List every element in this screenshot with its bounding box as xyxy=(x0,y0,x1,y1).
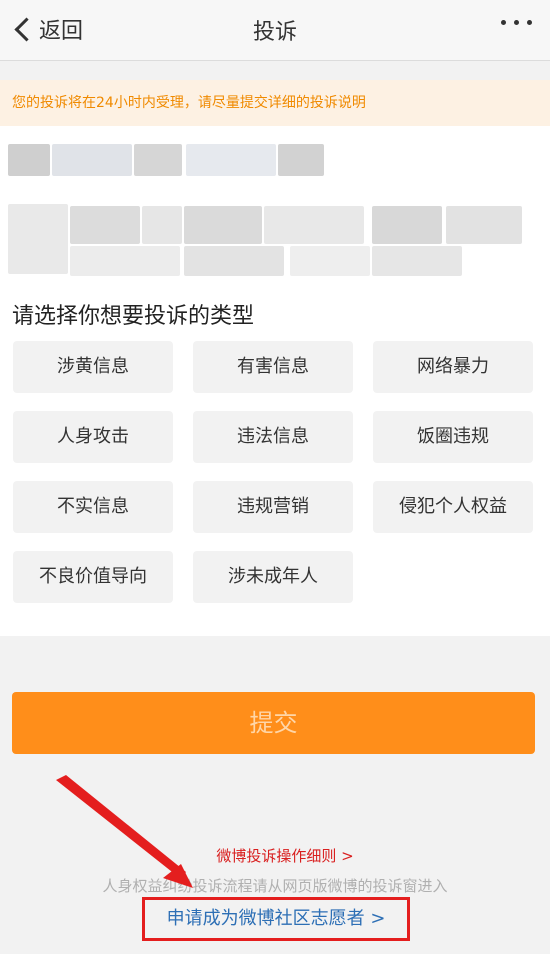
back-button[interactable]: 返回 xyxy=(12,14,83,44)
back-label: 返回 xyxy=(39,19,84,44)
section-title: 请选择你想要投诉的类型 xyxy=(12,304,255,329)
volunteer-link[interactable]: 申请成为微博社区志愿者 > xyxy=(142,897,410,941)
rules-link-label: 微博投诉操作细则 > xyxy=(216,847,354,865)
rules-link[interactable]: 微博投诉操作细则 > xyxy=(0,845,550,866)
type-option[interactable]: 饭圈违规 xyxy=(373,411,533,463)
type-option[interactable]: 侵犯个人权益 xyxy=(373,481,533,533)
type-option[interactable]: 违法信息 xyxy=(193,411,353,463)
type-option[interactable]: 涉黄信息 xyxy=(13,341,173,393)
nav-bar: 返回 投诉 xyxy=(0,0,550,61)
more-dots-icon[interactable] xyxy=(501,20,532,25)
type-option[interactable]: 网络暴力 xyxy=(373,341,533,393)
type-option[interactable]: 不实信息 xyxy=(13,481,173,533)
hint-text: 人身权益纠纷投诉流程请从网页版微博的投诉窗进入 xyxy=(102,877,448,895)
type-option[interactable]: 有害信息 xyxy=(193,341,353,393)
type-option[interactable]: 涉未成年人 xyxy=(193,551,353,603)
chevron-left-icon xyxy=(14,16,39,42)
type-option[interactable]: 不良价值导向 xyxy=(13,551,173,603)
notice-banner: 您的投诉将在24小时内受理，请尽量提交详细的投诉说明 xyxy=(0,80,550,126)
type-option[interactable]: 违规营销 xyxy=(193,481,353,533)
submit-button[interactable]: 提交 xyxy=(12,692,535,754)
type-option[interactable]: 人身攻击 xyxy=(13,411,173,463)
